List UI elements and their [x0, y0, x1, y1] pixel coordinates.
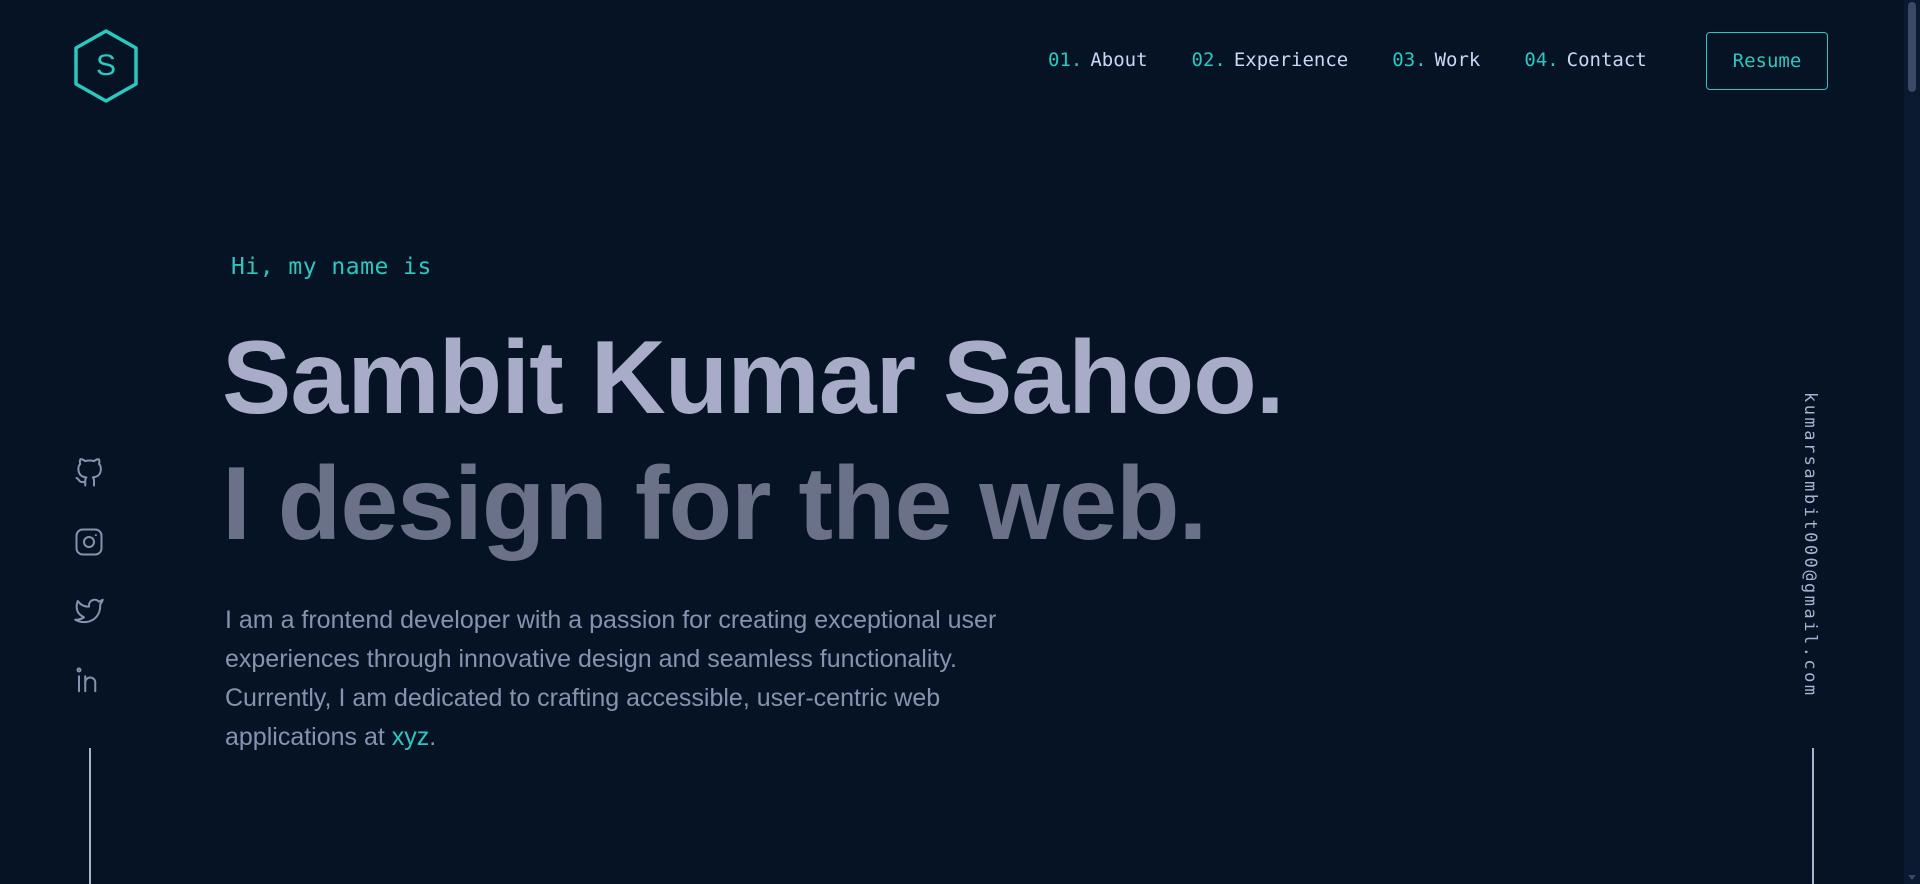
- nav-item-experience[interactable]: 02. Experience: [1192, 48, 1349, 72]
- nav-label: Work: [1434, 49, 1481, 71]
- nav-item-work[interactable]: 03. Work: [1392, 48, 1480, 72]
- bio-text: I am a frontend developer with a passion…: [225, 606, 997, 751]
- hero-greeting: Hi, my name is: [231, 254, 432, 280]
- hero-name: Sambit Kumar Sahoo.: [222, 320, 1285, 436]
- hero-bio: I am a frontend developer with a passion…: [225, 601, 1065, 757]
- company-link[interactable]: xyz: [392, 723, 430, 751]
- nav-label: Experience: [1233, 49, 1349, 71]
- scrollbar[interactable]: [1904, 0, 1920, 884]
- hero-tagline: I design for the web.: [222, 446, 1207, 562]
- scroll-down-icon[interactable]: [1908, 875, 1916, 880]
- main-nav: 01. About 02. Experience 03. Work 04. Contac…: [1048, 48, 1691, 72]
- nav-label: About: [1090, 49, 1148, 71]
- bio-end: .: [429, 723, 437, 751]
- email-link[interactable]: kumarsambit000@gmail.com: [1800, 392, 1820, 698]
- nav-item-about[interactable]: 01. About: [1048, 48, 1148, 72]
- logo-letter: S: [96, 49, 116, 82]
- linkedin-icon[interactable]: [72, 663, 106, 697]
- right-sidebar-line: [1812, 748, 1814, 884]
- logo-hexagon[interactable]: S: [72, 28, 140, 104]
- left-sidebar-line: [89, 748, 91, 884]
- instagram-icon[interactable]: [72, 525, 106, 559]
- nav-number: 04.: [1524, 49, 1559, 71]
- nav-label: Contact: [1566, 49, 1647, 71]
- nav-number: 01.: [1048, 49, 1083, 71]
- hexagon-logo-icon: S: [74, 29, 138, 103]
- github-icon[interactable]: [72, 456, 106, 490]
- resume-button[interactable]: Resume: [1706, 32, 1828, 90]
- scrollbar-thumb[interactable]: [1908, 2, 1916, 92]
- nav-number: 03.: [1392, 49, 1427, 71]
- nav-item-contact[interactable]: 04. Contact: [1524, 48, 1646, 72]
- twitter-icon[interactable]: [72, 594, 106, 628]
- nav-number: 02.: [1191, 49, 1226, 71]
- social-links: [72, 456, 106, 732]
